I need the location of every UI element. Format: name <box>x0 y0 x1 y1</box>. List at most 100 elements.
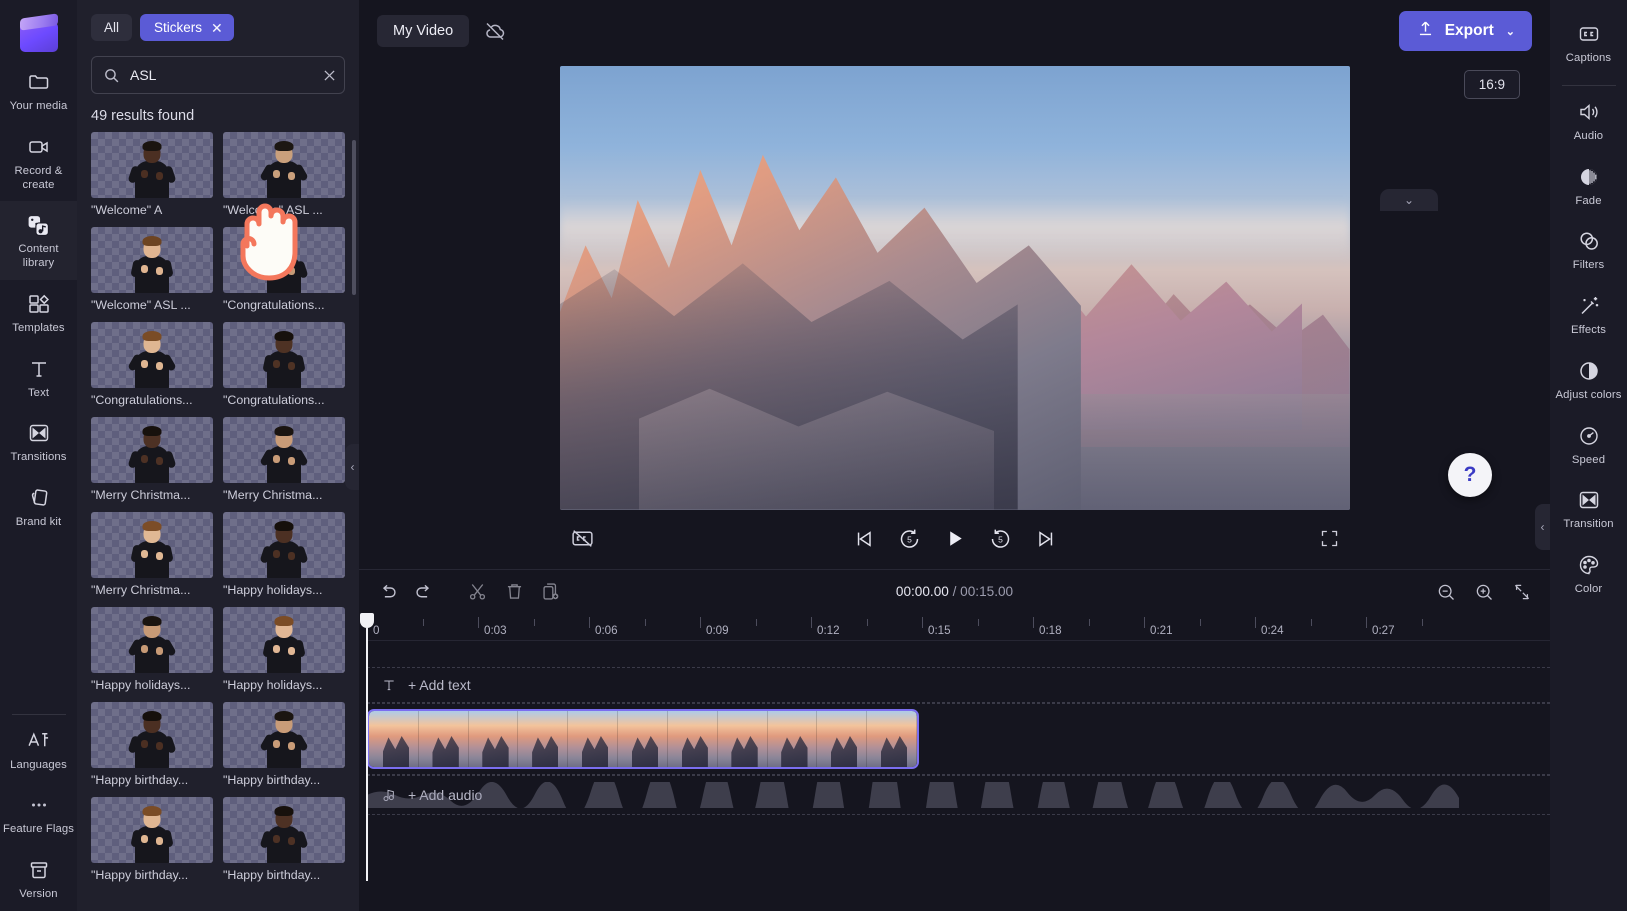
sticker-tile[interactable]: "Happy birthday... <box>91 702 213 787</box>
sticker-tile[interactable]: "Welcome" ASL ... <box>91 227 213 312</box>
ruler-label: 0 <box>373 624 380 637</box>
sidebar-item-record-create[interactable]: Record & create <box>0 123 77 202</box>
sidebar-item-content-library[interactable]: Content library <box>0 201 77 280</box>
scissors-icon[interactable] <box>467 581 488 602</box>
property-item-audio[interactable]: Audio <box>1550 88 1627 153</box>
sticker-thumbnail[interactable] <box>91 607 213 673</box>
panel-collapse-button[interactable]: ‹ <box>345 444 359 490</box>
sidebar-item-templates[interactable]: Templates <box>0 280 77 345</box>
help-button[interactable]: ? <box>1448 453 1492 497</box>
sticker-label: "Happy holidays... <box>91 678 191 692</box>
sticker-thumbnail[interactable] <box>91 417 213 483</box>
clipchamp-logo[interactable] <box>16 12 62 58</box>
property-item-adjust-colors[interactable]: Adjust colors <box>1550 347 1627 412</box>
search-input[interactable] <box>130 67 311 83</box>
add-audio-label[interactable]: + Add audio <box>408 787 482 803</box>
avatar-hand-right <box>156 457 163 465</box>
property-item-fade[interactable]: Fade <box>1550 153 1627 218</box>
video-preview[interactable] <box>559 65 1350 510</box>
sticker-label: "Merry Christma... <box>223 488 323 502</box>
sidebar-item-feature-flags[interactable]: Feature Flags <box>0 781 77 846</box>
filter-chip-stickers[interactable]: Stickers ✕ <box>140 14 234 41</box>
sticker-thumbnail[interactable] <box>223 797 345 863</box>
skip-to-end-icon[interactable] <box>1034 528 1056 550</box>
sticker-thumbnail[interactable] <box>223 132 345 198</box>
redo-icon[interactable] <box>414 581 435 602</box>
fit-to-screen-icon[interactable] <box>1512 582 1532 602</box>
sticker-tile[interactable]: "Merry Christma... <box>91 417 213 502</box>
property-item-color[interactable]: Color <box>1550 541 1627 606</box>
sticker-tile[interactable]: "Happy holidays... <box>223 512 345 597</box>
play-button[interactable] <box>943 527 966 550</box>
timeline-ruler[interactable]: 0 0:03 0:06 0:09 0:12 0:15 0:18 0:21 0:24 0:27 <box>360 613 1550 881</box>
sticker-tile[interactable]: "Merry Christma... <box>91 512 213 597</box>
sticker-tile[interactable]: "Congratulations... <box>91 322 213 407</box>
video-clip[interactable] <box>367 709 919 769</box>
sticker-thumbnail[interactable] <box>223 417 345 483</box>
zoom-in-icon[interactable] <box>1474 582 1494 602</box>
sticker-thumbnail[interactable] <box>223 227 345 293</box>
cloud-off-icon[interactable] <box>483 19 507 43</box>
sticker-thumbnail[interactable] <box>223 322 345 388</box>
clip-thumbnail-frame <box>667 711 718 767</box>
sticker-tile[interactable]: "Happy birthday... <box>91 797 213 882</box>
filter-chip-all[interactable]: All <box>91 14 133 41</box>
property-item-filters[interactable]: Filters <box>1550 217 1627 282</box>
tick-bar <box>922 617 923 628</box>
sticker-tile[interactable]: "Congratulations... <box>223 227 345 312</box>
sticker-thumbnail[interactable] <box>91 702 213 768</box>
add-text-label[interactable]: + Add text <box>408 677 471 693</box>
undo-icon[interactable] <box>377 581 398 602</box>
sticker-thumbnail[interactable] <box>91 512 213 578</box>
duplicate-icon[interactable] <box>541 581 562 602</box>
property-item-transition[interactable]: Transition <box>1550 476 1627 541</box>
property-item-captions[interactable]: Captions <box>1550 10 1627 75</box>
close-icon[interactable]: ✕ <box>211 21 223 35</box>
right-panel-collapse-button[interactable]: ‹ <box>1535 504 1550 550</box>
clear-search-icon[interactable] <box>321 67 338 84</box>
sticker-tile[interactable]: "Welcome" A <box>91 132 213 217</box>
sticker-thumbnail[interactable] <box>91 797 213 863</box>
sticker-tile[interactable]: "Happy birthday... <box>223 702 345 787</box>
sidebar-item-version[interactable]: Version <box>0 846 77 911</box>
trash-icon[interactable] <box>504 581 525 602</box>
sticker-grid: "Welcome" A "Welcome" ASL ... "Welcome" AS… <box>77 132 359 892</box>
timeline-collapse-button[interactable]: ⌄ <box>1380 189 1438 211</box>
project-title[interactable]: My Video <box>377 15 470 47</box>
sidebar-item-languages[interactable]: Languages <box>0 717 77 782</box>
editor-main: My Video Export ⌄ 16:9 5 5 ? ‹ ⌄ 00:00.0… <box>359 0 1550 911</box>
zoom-out-icon[interactable] <box>1436 582 1456 602</box>
aspect-ratio-badge[interactable]: 16:9 <box>1463 70 1520 99</box>
sticker-tile[interactable]: "Merry Christma... <box>223 417 345 502</box>
export-button[interactable]: Export ⌄ <box>1398 11 1532 51</box>
left-nav-rail: Your media Record & create Content libra… <box>0 0 77 911</box>
ruler-tick-major: 0:21 <box>1144 617 1173 637</box>
sidebar-item-your-media[interactable]: Your media <box>0 58 77 123</box>
avatar-hand-left <box>273 360 280 368</box>
sticker-thumbnail[interactable] <box>91 132 213 198</box>
sidebar-item-text[interactable]: Text <box>0 345 77 410</box>
sticker-tile[interactable]: "Congratulations... <box>223 322 345 407</box>
sticker-thumbnail[interactable] <box>223 607 345 673</box>
rewind-5-icon[interactable]: 5 <box>897 527 921 551</box>
sticker-tile[interactable]: "Welcome" ASL ... <box>223 132 345 217</box>
fullscreen-icon[interactable] <box>1319 528 1340 549</box>
sticker-tile[interactable]: "Happy holidays... <box>223 607 345 692</box>
forward-5-icon[interactable]: 5 <box>988 527 1012 551</box>
sidebar-item-transitions[interactable]: Transitions <box>0 409 77 474</box>
property-item-speed[interactable]: Speed <box>1550 412 1627 477</box>
avatar-hand-left <box>273 170 280 178</box>
text-track[interactable]: + Add text <box>367 667 1550 703</box>
audio-track[interactable]: + Add audio <box>367 775 1550 815</box>
sticker-thumbnail[interactable] <box>91 322 213 388</box>
skip-to-start-icon[interactable] <box>853 528 875 550</box>
sidebar-item-brand-kit[interactable]: Brand kit <box>0 474 77 539</box>
sticker-tile[interactable]: "Happy birthday... <box>223 797 345 882</box>
sticker-thumbnail[interactable] <box>223 702 345 768</box>
captions-off-icon[interactable] <box>570 526 595 551</box>
sticker-tile[interactable]: "Happy holidays... <box>91 607 213 692</box>
sticker-thumbnail[interactable] <box>91 227 213 293</box>
panel-scrollbar[interactable] <box>352 140 356 295</box>
sticker-thumbnail[interactable] <box>223 512 345 578</box>
property-item-effects[interactable]: Effects <box>1550 282 1627 347</box>
